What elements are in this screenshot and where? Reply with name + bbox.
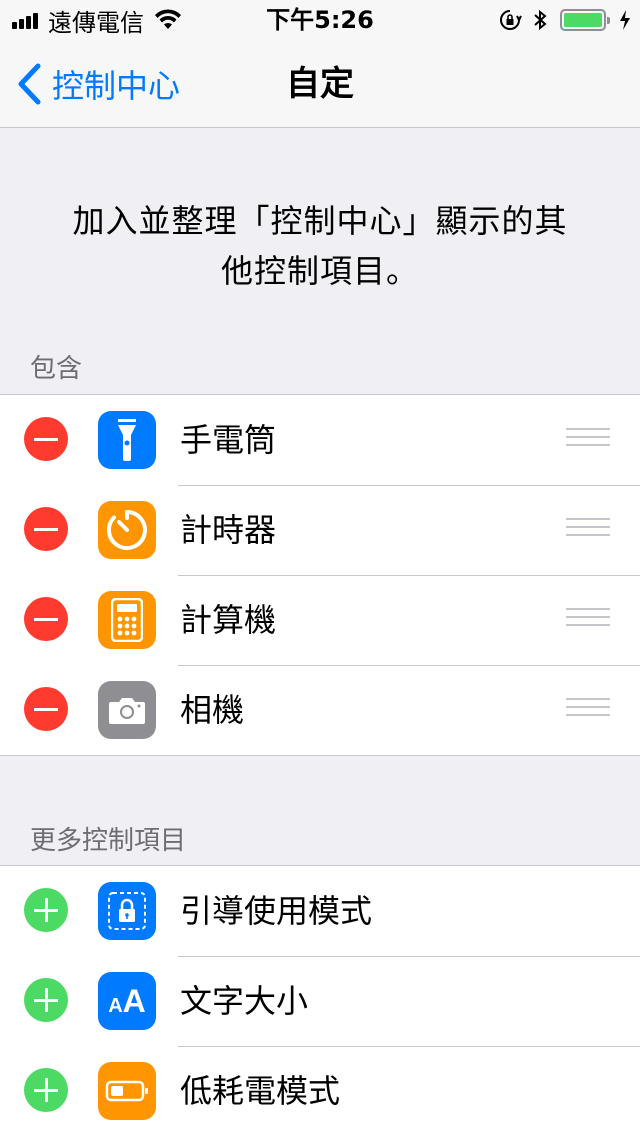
item-label: 低耗電模式 [180, 1072, 341, 1110]
item-label: 文字大小 [180, 982, 309, 1020]
section-header-included: 包含 [30, 354, 83, 384]
item-label: 計時器 [180, 511, 277, 549]
list-item-guided-access: 引導使用模式 [0, 866, 640, 956]
drag-handle[interactable] [566, 698, 610, 722]
remove-button[interactable] [24, 507, 68, 551]
remove-button[interactable] [24, 687, 68, 731]
text-size-icon: AA [98, 972, 156, 1030]
status-right [498, 0, 632, 40]
calculator-icon [98, 591, 156, 649]
navigation-bar: 控制中心 自定 [0, 40, 640, 128]
description-text: 加入並整理「控制中心」顯示的其 他控制項目。 [50, 196, 590, 296]
drag-handle[interactable] [566, 428, 610, 452]
item-label: 手電筒 [180, 421, 277, 459]
drag-handle[interactable] [566, 608, 610, 632]
included-list: 手電筒 計時器 計算機 相機 [0, 394, 640, 756]
section-header-more: 更多控制項目 [30, 826, 187, 856]
flashlight-icon [98, 411, 156, 469]
remove-button[interactable] [24, 597, 68, 641]
add-button[interactable] [24, 978, 68, 1022]
page-title: 自定 [286, 64, 354, 104]
add-button[interactable] [24, 888, 68, 932]
drag-handle[interactable] [566, 518, 610, 542]
list-item-timer: 計時器 [0, 485, 640, 575]
orientation-lock-icon [500, 10, 522, 30]
list-item-text-size: AA 文字大小 [0, 956, 640, 1046]
camera-icon [98, 681, 156, 739]
timer-icon [98, 501, 156, 559]
add-button[interactable] [24, 1068, 68, 1112]
charging-icon [620, 10, 630, 30]
list-item-low-power: 低耗電模式 [0, 1046, 640, 1136]
item-label: 引導使用模式 [180, 892, 373, 930]
description-line-2: 他控制項目。 [220, 252, 419, 290]
list-item-calculator: 計算機 [0, 575, 640, 665]
bluetooth-icon [534, 9, 547, 31]
battery-icon [560, 9, 610, 31]
list-item-camera: 相機 [0, 665, 640, 755]
remove-button[interactable] [24, 417, 68, 461]
low-power-icon [98, 1062, 156, 1120]
item-label: 計算機 [180, 601, 277, 639]
more-list: 引導使用模式 AA 文字大小 低耗電模式 [0, 865, 640, 1136]
item-label: 相機 [180, 691, 245, 729]
list-item-flashlight: 手電筒 [0, 395, 640, 485]
description-line-1: 加入並整理「控制中心」顯示的其 [72, 202, 568, 240]
status-bar: 遠傳電信 下午5:26 [0, 0, 640, 40]
text-size-glyph: AA [108, 983, 146, 1019]
guided-access-icon [98, 882, 156, 940]
